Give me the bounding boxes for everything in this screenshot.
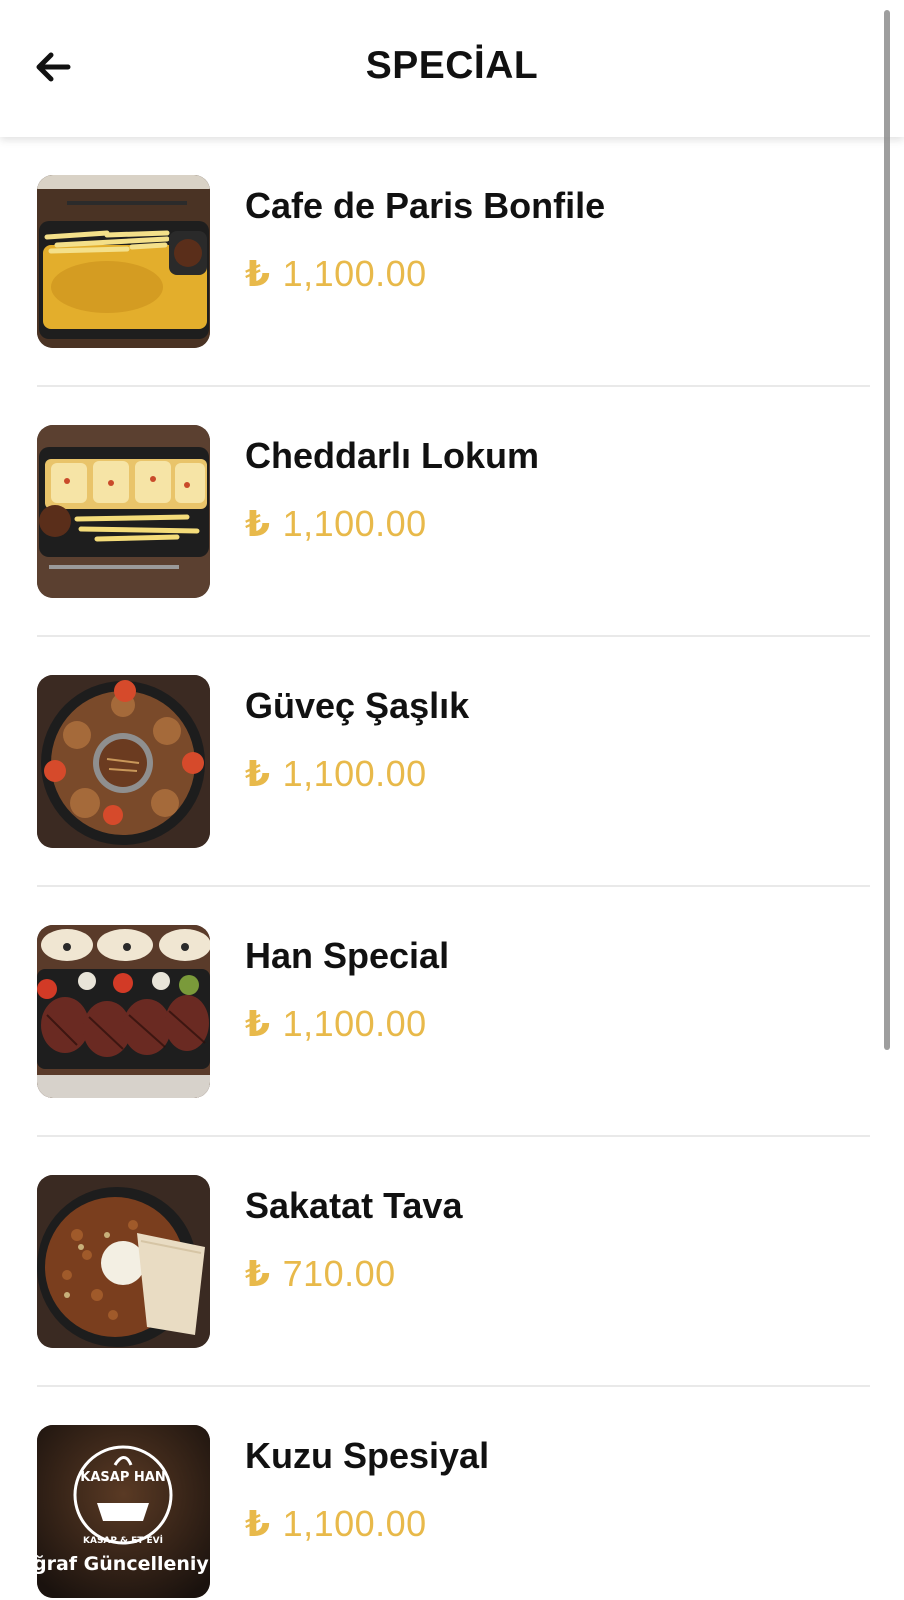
menu-item[interactable]: Sakatat Tava ₺ 710.00 <box>37 1137 870 1387</box>
photo-caption: ğraf Güncelleniy <box>37 1553 209 1575</box>
lira-icon: ₺ <box>245 753 271 794</box>
lira-icon: ₺ <box>245 1253 271 1294</box>
item-price: ₺ 1,100.00 <box>245 1003 427 1044</box>
item-name: Cafe de Paris Bonfile <box>245 185 606 226</box>
lira-icon: ₺ <box>245 503 271 544</box>
menu-item[interactable]: Cafe de Paris Bonfile ₺ 1,100.00 <box>37 137 870 387</box>
menu-item[interactable]: Güveç Şaşlık ₺ 1,100.00 <box>37 637 870 887</box>
item-name: Sakatat Tava <box>245 1185 463 1226</box>
item-name: Güveç Şaşlık <box>245 685 470 726</box>
item-name: Han Special <box>245 935 450 976</box>
lira-icon: ₺ <box>245 253 271 294</box>
menu-item[interactable]: KASAP HAN KASAP & ET EVİ ğraf Güncelleni… <box>37 1387 870 1600</box>
page-title: SPECİAL <box>365 44 539 87</box>
menu-item[interactable]: Han Special ₺ 1,100.00 <box>37 887 870 1137</box>
dish-image <box>37 675 210 848</box>
svg-text:KASAP & ET EVİ: KASAP & ET EVİ <box>83 1535 163 1546</box>
kasap-han-logo: KASAP HAN <box>80 1470 165 1485</box>
lira-icon: ₺ <box>245 1503 271 1544</box>
item-price: ₺ 1,100.00 <box>245 1503 427 1544</box>
dish-image: KASAP HAN KASAP & ET EVİ ğraf Güncelleni… <box>37 1425 210 1598</box>
dish-image <box>37 425 210 598</box>
dish-image <box>37 925 210 1098</box>
menu-item[interactable]: Cheddarlı Lokum ₺ 1,100.00 <box>37 387 870 637</box>
dish-image <box>37 175 210 348</box>
item-price: ₺ 1,100.00 <box>245 753 427 794</box>
item-name: Cheddarlı Lokum <box>245 435 540 476</box>
scrollbar[interactable] <box>884 10 890 1050</box>
dish-image <box>37 1175 210 1348</box>
menu-item-list: Cafe de Paris Bonfile ₺ 1,100.00 Cheddar… <box>0 137 904 1600</box>
item-price: ₺ 1,100.00 <box>245 503 427 544</box>
item-price: ₺ 1,100.00 <box>245 253 427 294</box>
item-price: ₺ 710.00 <box>245 1253 396 1294</box>
top-app-bar: SPECİAL <box>0 0 904 137</box>
lira-icon: ₺ <box>245 1003 271 1044</box>
item-name: Kuzu Spesiyal <box>245 1435 490 1476</box>
